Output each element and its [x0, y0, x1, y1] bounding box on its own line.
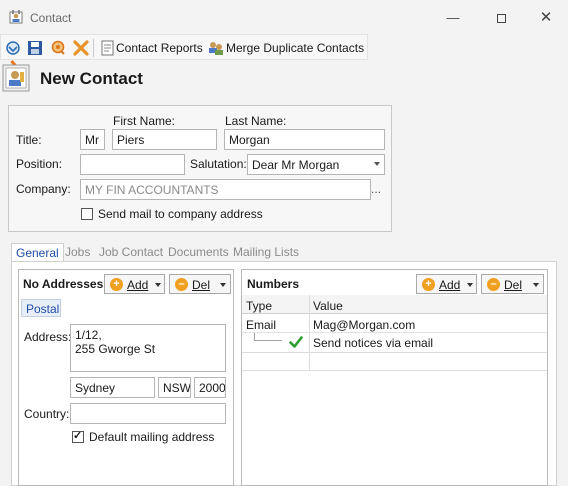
contact-card-icon [2, 64, 30, 92]
chevron-down-icon [533, 283, 539, 287]
first-name-input[interactable]: Piers [112, 129, 217, 150]
close-button[interactable]: ✕ [531, 6, 561, 30]
salutation-label: Salutation: [190, 157, 247, 171]
save-icon[interactable] [26, 39, 44, 57]
column-value[interactable]: Value [313, 299, 343, 313]
tab-job-contact[interactable]: Job Contact [99, 245, 163, 259]
company-input[interactable]: MY FIN ACCOUNTANTS [80, 179, 371, 200]
company-label: Company: [16, 182, 71, 196]
chevron-down-icon [374, 162, 380, 166]
add-address-label: Add [127, 278, 149, 292]
delete-number-button[interactable]: – Del [481, 274, 544, 294]
address-line-2: 255 Gworge St [75, 342, 156, 356]
row-type-cell: Email [246, 318, 277, 332]
addresses-title: No Addresses [23, 277, 104, 291]
row-divider [242, 352, 547, 353]
add-number-button[interactable]: + Add [416, 274, 477, 294]
last-name-label: Last Name: [225, 114, 287, 128]
row-divider [242, 370, 547, 371]
report-icon[interactable] [98, 39, 116, 57]
default-mailing-label: Default mailing address [89, 430, 215, 444]
toolbar-separator [93, 39, 94, 57]
position-label: Position: [16, 157, 63, 171]
company-browse-button[interactable]: ... [371, 182, 385, 196]
remove-icon: – [175, 278, 188, 291]
country-input[interactable] [70, 403, 226, 424]
contact-reports-button[interactable]: Contact Reports [116, 41, 203, 55]
chevron-down-icon [467, 283, 473, 287]
address-line-1: 1/12, [75, 328, 102, 342]
city-input[interactable]: Sydney [70, 377, 155, 398]
maximize-button[interactable] [486, 6, 516, 30]
column-type[interactable]: Type [246, 299, 272, 313]
tab-jobs[interactable]: Jobs [65, 245, 90, 259]
numbers-grid-header [242, 295, 547, 314]
send-mail-checkbox[interactable] [81, 208, 93, 220]
last-name-input[interactable]: Morgan [224, 129, 385, 150]
address-label: Address: [24, 330, 72, 344]
salutation-value: Dear Mr Morgan [252, 158, 340, 172]
country-label: Country: [24, 407, 70, 421]
tab-mailing-lists[interactable]: Mailing Lists [233, 245, 299, 259]
chevron-down-icon [220, 283, 226, 287]
add-address-button[interactable]: + Add [104, 274, 165, 294]
title-bar: Contact — ✕ [0, 0, 568, 34]
first-name-label: First Name: [113, 114, 176, 128]
postcode-input[interactable]: 2000 [194, 377, 226, 398]
tree-connector [254, 333, 282, 341]
window-title: Contact [30, 11, 72, 25]
minimize-button[interactable]: — [438, 6, 468, 30]
merge-duplicates-button[interactable]: Merge Duplicate Contacts [226, 41, 364, 55]
delete-address-button[interactable]: – Del [169, 274, 231, 294]
checkmark-icon [289, 335, 303, 349]
merge-contacts-icon[interactable] [207, 39, 225, 57]
send-mail-label: Send mail to company address [98, 207, 263, 221]
add-number-label: Add [439, 278, 461, 292]
add-icon: + [422, 278, 435, 291]
salutation-select[interactable]: Dear Mr Morgan [247, 154, 385, 175]
remove-icon: – [487, 278, 500, 291]
title-label: Title: [16, 133, 42, 147]
numbers-title: Numbers [247, 277, 300, 291]
title-input[interactable]: Mr [80, 129, 105, 150]
row-value-cell: Mag@Morgan.com [313, 318, 416, 332]
delete-icon[interactable] [72, 39, 90, 57]
address-textarea[interactable]: 1/12, 255 Gworge St [70, 324, 226, 372]
delete-address-label: Del [192, 278, 211, 292]
send-notices-option[interactable]: Send notices via email [313, 336, 433, 350]
tab-general[interactable]: General [11, 243, 64, 262]
app-contact-icon [9, 10, 23, 24]
default-mailing-checkbox[interactable] [72, 429, 84, 443]
add-icon: + [110, 278, 123, 291]
tab-postal[interactable]: Postal [21, 299, 61, 317]
search-contact-icon[interactable] [49, 39, 67, 57]
position-input[interactable] [80, 154, 185, 175]
tab-documents[interactable]: Documents [168, 245, 229, 259]
chevron-down-icon [155, 283, 161, 287]
toolbar: Contact Reports Merge Duplicate Contacts [0, 34, 368, 60]
page-title: New Contact [40, 69, 143, 88]
state-input[interactable]: NSW [158, 377, 191, 398]
delete-number-label: Del [504, 278, 523, 292]
refresh-icon[interactable] [4, 39, 22, 57]
